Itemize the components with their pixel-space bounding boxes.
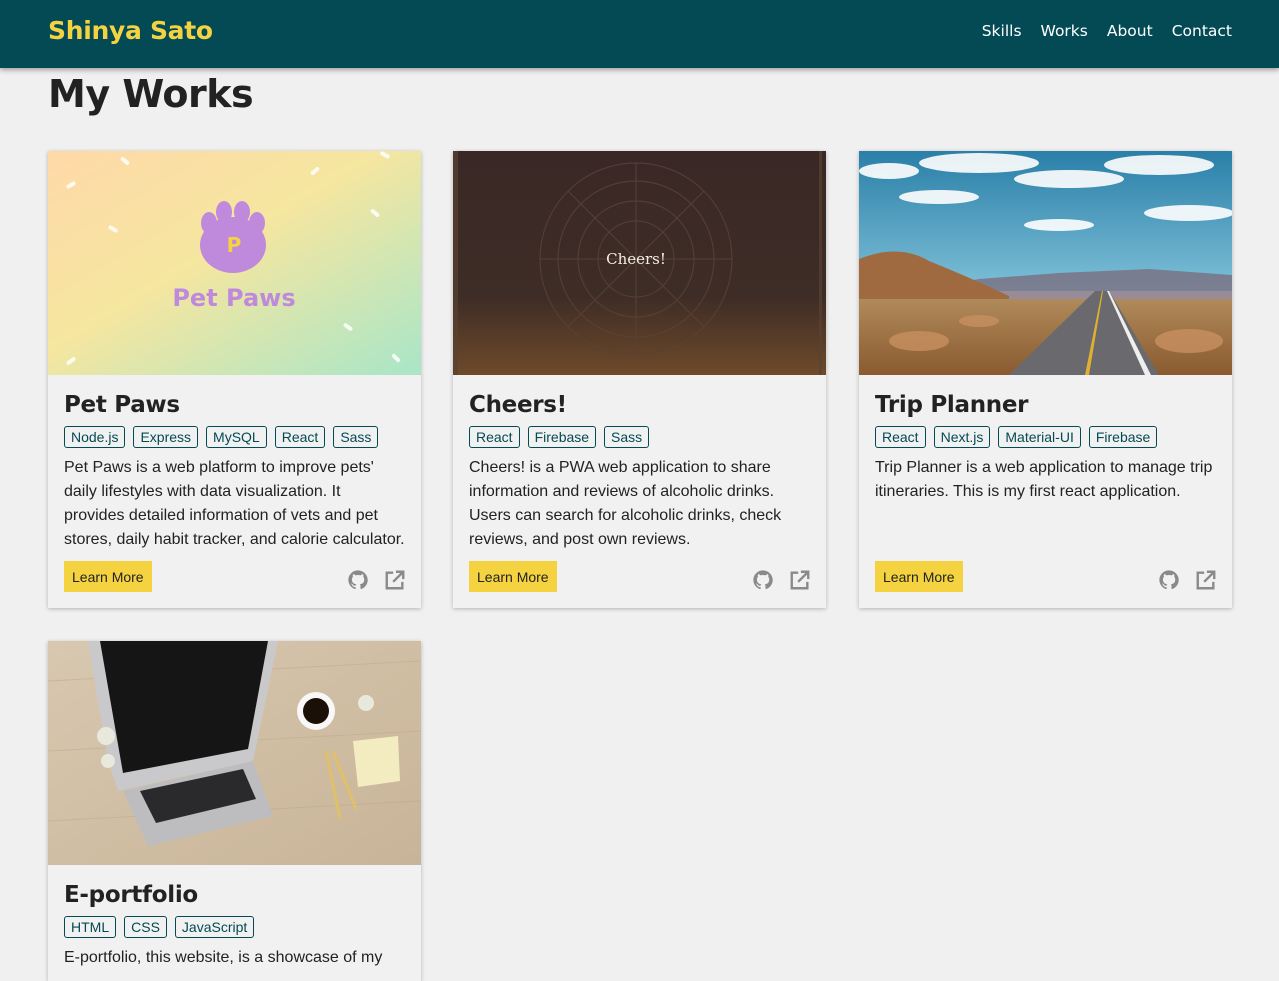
nav-link-about[interactable]: About bbox=[1107, 22, 1153, 40]
page-title: My Works bbox=[48, 72, 254, 116]
external-link-icon[interactable] bbox=[789, 569, 811, 591]
work-card-trip-planner: Trip Planner React Next.js Material-UI F… bbox=[859, 151, 1232, 608]
brand-logo[interactable]: Shinya Sato bbox=[48, 16, 213, 45]
work-description: Trip Planner is a web application to man… bbox=[875, 459, 1213, 500]
github-icon[interactable] bbox=[752, 569, 774, 591]
work-description: Pet Paws is a web platform to improve pe… bbox=[64, 459, 405, 548]
nav-link-contact[interactable]: Contact bbox=[1172, 22, 1232, 40]
tech-tag: Node.js bbox=[64, 426, 126, 448]
work-description: E-portfolio, this website, is a showcase… bbox=[64, 949, 383, 966]
learn-more-button[interactable]: Learn More bbox=[875, 561, 963, 592]
external-link-icon[interactable] bbox=[384, 569, 406, 591]
work-card-e-portfolio: E-portfolio HTML CSS JavaScript E-portfo… bbox=[48, 641, 421, 981]
github-icon[interactable] bbox=[347, 569, 369, 591]
tech-tag: Sass bbox=[604, 426, 650, 448]
tech-tag: React bbox=[875, 426, 926, 448]
work-card-body: Trip Planner React Next.js Material-UI F… bbox=[875, 375, 1216, 504]
work-image-cheers[interactable]: Cheers! bbox=[453, 151, 826, 375]
tech-tags: Node.js Express MySQL React Sass bbox=[64, 426, 405, 448]
svg-text:Pet Paws: Pet Paws bbox=[172, 284, 295, 312]
tech-tag: Firebase bbox=[1088, 426, 1158, 448]
tech-tags: React Firebase Sass bbox=[469, 426, 810, 448]
work-title: E-portfolio bbox=[64, 882, 198, 908]
work-card-pet-paws: P Pet Paws Pet Paws Node.js Express MySQ… bbox=[48, 151, 421, 608]
work-image-e-portfolio[interactable] bbox=[48, 641, 421, 865]
learn-more-button[interactable]: Learn More bbox=[469, 561, 557, 592]
work-title: Pet Paws bbox=[64, 392, 180, 418]
svg-text:Cheers!: Cheers! bbox=[606, 250, 666, 268]
tech-tag: Sass bbox=[333, 426, 379, 448]
navbar: Shinya Sato Skills Works About Contact bbox=[0, 0, 1279, 68]
tech-tag: Firebase bbox=[527, 426, 597, 448]
tech-tags: React Next.js Material-UI Firebase bbox=[875, 426, 1216, 448]
tech-tag: React bbox=[274, 426, 326, 448]
tech-tag: JavaScript bbox=[174, 916, 255, 938]
external-link-icon[interactable] bbox=[1195, 569, 1217, 591]
work-image-trip-planner[interactable] bbox=[859, 151, 1232, 375]
learn-more-button[interactable]: Learn More bbox=[64, 561, 152, 592]
work-card-body: E-portfolio HTML CSS JavaScript E-portfo… bbox=[64, 865, 405, 970]
nav-link-skills[interactable]: Skills bbox=[982, 22, 1022, 40]
tech-tag: CSS bbox=[124, 916, 167, 938]
work-title: Trip Planner bbox=[875, 392, 1029, 418]
tech-tag: HTML bbox=[64, 916, 117, 938]
tech-tag: Material-UI bbox=[998, 426, 1081, 448]
work-title: Cheers! bbox=[469, 392, 567, 418]
tech-tag: React bbox=[469, 426, 520, 448]
tech-tag: Express bbox=[133, 426, 199, 448]
tech-tag: MySQL bbox=[206, 426, 267, 448]
tech-tag: Next.js bbox=[933, 426, 991, 448]
work-card-body: Pet Paws Node.js Express MySQL React Sas… bbox=[64, 375, 405, 552]
nav-link-works[interactable]: Works bbox=[1041, 22, 1088, 40]
tech-tags: HTML CSS JavaScript bbox=[64, 916, 405, 938]
pet-paws-logo-text: P bbox=[227, 233, 242, 257]
work-card-cheers: Cheers! Cheers! React Firebase Sass Chee… bbox=[453, 151, 826, 608]
work-description: Cheers! is a PWA web application to shar… bbox=[469, 459, 782, 548]
nav-links: Skills Works About Contact bbox=[963, 22, 1232, 40]
github-icon[interactable] bbox=[1158, 569, 1180, 591]
work-image-pet-paws[interactable]: P Pet Paws bbox=[48, 151, 421, 375]
work-card-body: Cheers! React Firebase Sass Cheers! is a… bbox=[469, 375, 810, 552]
